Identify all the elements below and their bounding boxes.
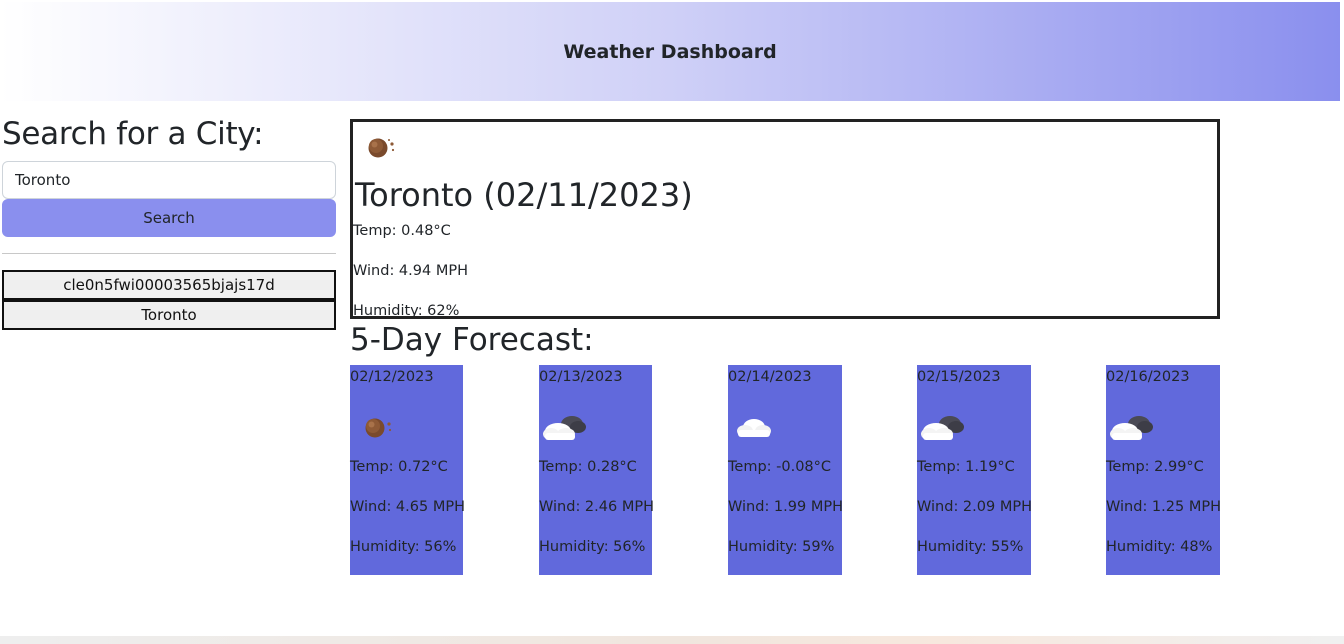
search-heading: Search for a City: xyxy=(2,116,264,152)
forecast-heading: 5-Day Forecast: xyxy=(350,322,594,358)
forecast-card: 02/12/2023 Temp: 0.72°C Wind: 4.65 MPH H… xyxy=(350,365,465,575)
forecast-temp: Temp: 0.72°C xyxy=(350,459,448,475)
forecast-humidity: Humidity: 55% xyxy=(917,539,1024,555)
cloud-icon xyxy=(734,415,774,445)
broken-clouds-icon xyxy=(920,413,966,447)
forecast-humidity: Humidity: 56% xyxy=(350,539,457,555)
forecast-temp: Temp: 2.99°C xyxy=(1106,459,1204,475)
broken-clouds-icon xyxy=(1109,413,1155,447)
current-humidity: Humidity: 62% xyxy=(353,303,460,319)
forecast-card: 02/14/2023 Temp: -0.08°C Wind: 1.99 MPH … xyxy=(728,365,843,575)
sidebar-divider xyxy=(2,253,336,254)
city-search-input[interactable] xyxy=(2,161,336,199)
forecast-temp: Temp: 0.28°C xyxy=(539,459,637,475)
current-temp: Temp: 0.48°C xyxy=(353,223,451,239)
bottom-strip xyxy=(0,636,1344,644)
forecast-wind: Wind: 1.25 MPH xyxy=(1106,499,1221,515)
forecast-temp: Temp: 1.19°C xyxy=(917,459,1015,475)
page-title: Weather Dashboard xyxy=(563,40,777,63)
current-wind: Wind: 4.94 MPH xyxy=(353,263,468,279)
search-button[interactable]: Search xyxy=(2,199,336,237)
current-city-title: Toronto (02/11/2023) xyxy=(355,176,693,214)
forecast-wind: Wind: 2.09 MPH xyxy=(917,499,1032,515)
history-button-2[interactable]: Toronto xyxy=(2,300,336,330)
forecast-temp: Temp: -0.08°C xyxy=(728,459,832,475)
current-weather-panel: Toronto (02/11/2023) Temp: 0.48°C Wind: … xyxy=(350,119,1220,319)
forecast-card: 02/15/2023 Temp: 1.19°C Wind: 2.09 MPH H… xyxy=(917,365,1032,575)
broken-clouds-icon xyxy=(542,413,588,447)
history-button-1[interactable]: cle0n5fwi00003565bjajs17d xyxy=(2,270,336,300)
forecast-card: 02/16/2023 Temp: 2.99°C Wind: 1.25 MPH H… xyxy=(1106,365,1221,575)
night-clear-icon xyxy=(362,415,394,445)
forecast-date: 02/16/2023 xyxy=(1106,369,1190,385)
forecast-wind: Wind: 4.65 MPH xyxy=(350,499,465,515)
forecast-humidity: Humidity: 59% xyxy=(728,539,835,555)
forecast-card: 02/13/2023 Temp: 0.28°C Wind: 2.46 MPH H… xyxy=(539,365,654,575)
page-header: Weather Dashboard xyxy=(0,2,1340,101)
night-clear-icon xyxy=(365,134,397,165)
forecast-wind: Wind: 2.46 MPH xyxy=(539,499,654,515)
forecast-date: 02/15/2023 xyxy=(917,369,1001,385)
forecast-humidity: Humidity: 56% xyxy=(539,539,646,555)
forecast-humidity: Humidity: 48% xyxy=(1106,539,1213,555)
forecast-date: 02/14/2023 xyxy=(728,369,812,385)
forecast-date: 02/13/2023 xyxy=(539,369,623,385)
forecast-date: 02/12/2023 xyxy=(350,369,434,385)
forecast-wind: Wind: 1.99 MPH xyxy=(728,499,843,515)
